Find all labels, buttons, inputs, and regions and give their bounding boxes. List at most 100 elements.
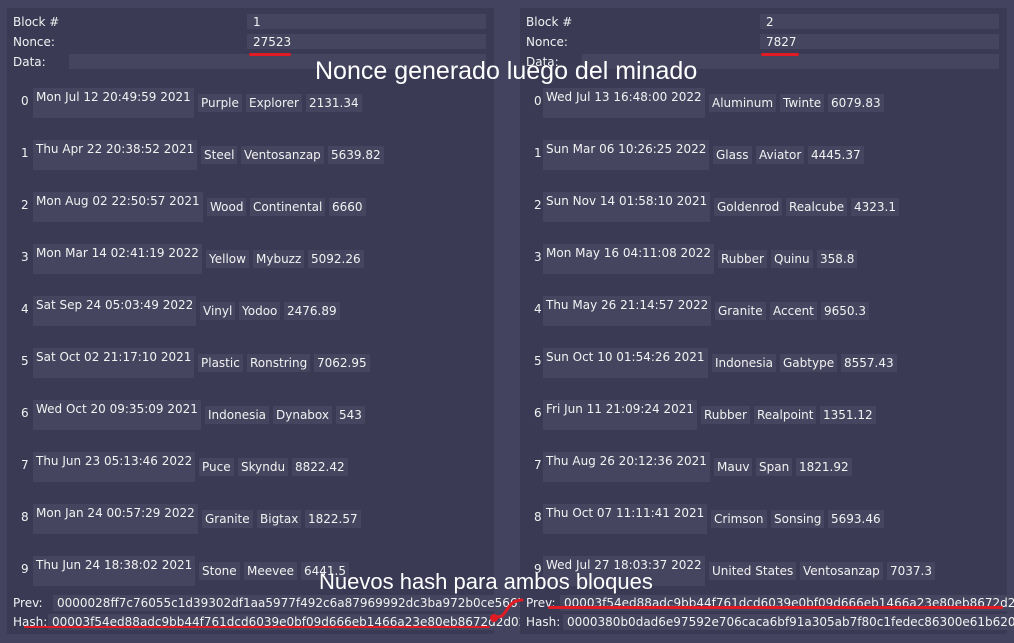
- transaction-date: Sun Nov 14 01:58:10 2021: [543, 192, 711, 222]
- transaction-product: Ronstring: [247, 354, 311, 372]
- transaction-product: Yodoo: [239, 302, 281, 320]
- transaction-product: Continental: [250, 198, 326, 216]
- arrow-icon: [490, 598, 524, 622]
- transaction-product: Skyndu: [238, 458, 289, 476]
- transaction-row: 6 Fri Jun 11 21:09:24 2021 Rubber Realpoint…: [520, 398, 1007, 450]
- block-number-field[interactable]: 1: [247, 14, 486, 29]
- transaction-row: 3 Mon May 16 04:11:08 2022 Rubber Quinu 358.…: [520, 242, 1007, 294]
- transaction-date: Sun Oct 10 01:54:26 2021: [543, 348, 708, 378]
- transaction-index: 8: [534, 510, 542, 524]
- block-number-label: Block #: [13, 15, 60, 29]
- block-panel-1: Block # 1 Nonce: 27523 Data: 0 Mon Jul 12…: [7, 8, 531, 634]
- transaction-amount: 543: [336, 406, 365, 424]
- transaction-index: 6: [534, 406, 542, 420]
- transaction-date: Thu Jun 24 18:38:02 2021: [33, 556, 196, 586]
- transaction-product: Explorer: [246, 94, 302, 112]
- transaction-row: 2 Mon Aug 02 22:50:57 2021 Wood Continental…: [7, 190, 494, 242]
- prev-hash: 0000028ff7c76055c1d39302df1aa5977f492c6a…: [53, 595, 530, 611]
- transaction-color: Indonesia: [205, 406, 270, 424]
- transaction-date: Mon Jul 12 20:49:59 2021: [33, 88, 194, 118]
- transaction-amount: 5639.82: [328, 146, 384, 164]
- block-panel-2: Block # 2 Nonce: 7827 Data: 0 Wed Jul 13 …: [520, 8, 1014, 634]
- transaction-amount: 8557.43: [841, 354, 897, 372]
- transaction-product: Gabtype: [780, 354, 838, 372]
- transaction-color: Goldenrod: [714, 198, 783, 216]
- transaction-row: 2 Sun Nov 14 01:58:10 2021 Goldenrod Realcu…: [520, 190, 1007, 242]
- transaction-amount: 2131.34: [306, 94, 362, 112]
- transaction-index: 1: [21, 146, 29, 160]
- transaction-product: Dynabox: [273, 406, 332, 424]
- transaction-product: Ventosanzap: [241, 146, 324, 164]
- hash-label: Hash:: [526, 615, 561, 629]
- block-number-field[interactable]: 2: [760, 14, 999, 29]
- transaction-index: 4: [21, 302, 29, 316]
- transaction-color: Mauv: [714, 458, 753, 476]
- transaction-row: 3 Mon Mar 14 02:41:19 2022 Yellow Mybuzz 509…: [7, 242, 494, 294]
- transaction-color: Glass: [713, 146, 752, 164]
- transaction-color: Granite: [202, 510, 253, 528]
- transaction-amount: 9650.3: [821, 302, 869, 320]
- transaction-row: 4 Thu May 26 21:14:57 2022 Granite Accent 96…: [520, 294, 1007, 346]
- transaction-row: 0 Mon Jul 12 20:49:59 2021 Purple Explorer 2…: [7, 86, 494, 138]
- block-number-label: Block #: [526, 15, 573, 29]
- transaction-index: 0: [21, 94, 29, 108]
- transaction-color: Puce: [199, 458, 234, 476]
- prev-label: Prev:: [13, 596, 43, 610]
- transaction-color: Granite: [715, 302, 766, 320]
- nonce-underline-2: [761, 53, 799, 56]
- hash-row: Hash: 0000380b0dad6e97592e706caca6bf91a3…: [520, 614, 1014, 630]
- transaction-amount: 7037.3: [887, 562, 935, 580]
- transaction-row: 1 Thu Apr 22 20:38:52 2021 Steel Ventosanza…: [7, 138, 494, 190]
- nonce-field[interactable]: 7827: [760, 34, 999, 49]
- transaction-date: Sat Sep 24 05:03:49 2022: [33, 296, 197, 326]
- transaction-product: Twinte: [780, 94, 825, 112]
- transaction-date: Thu Jun 23 05:13:46 2022: [33, 452, 196, 482]
- transaction-amount: 1821.92: [796, 458, 852, 476]
- transaction-amount: 2476.89: [284, 302, 340, 320]
- transaction-product: Realcube: [786, 198, 848, 216]
- nonce-annotation: Nonce generado luego del minado: [315, 57, 698, 85]
- transaction-color: Purple: [198, 94, 242, 112]
- nonce-field[interactable]: 27523: [247, 34, 486, 49]
- transaction-color: Plastic: [198, 354, 243, 372]
- transaction-index: 1: [534, 146, 542, 160]
- transaction-index: 7: [534, 458, 542, 472]
- nonce-value: 27523: [253, 35, 292, 49]
- transaction-date: Mon Aug 02 22:50:57 2021: [33, 192, 203, 222]
- transaction-amount: 5092.26: [308, 250, 364, 268]
- transaction-row: 0 Wed Jul 13 16:48:00 2022 Aluminum Twinte 6…: [520, 86, 1007, 138]
- transaction-row: 4 Sat Sep 24 05:03:49 2022 Vinyl Yodoo 2476.…: [7, 294, 494, 346]
- nonce-row: Nonce: 27523: [7, 34, 494, 49]
- transaction-date: Wed Oct 20 09:35:09 2021: [33, 400, 201, 430]
- transaction-date: Sat Oct 02 21:17:10 2021: [33, 348, 195, 378]
- transaction-index: 3: [534, 250, 542, 264]
- prev-row: Prev: 0000028ff7c76055c1d39302df1aa5977f…: [7, 595, 530, 611]
- transaction-product: Realpoint: [754, 406, 817, 424]
- transaction-product: Quinu: [771, 250, 813, 268]
- transaction-date: Fri Jun 11 21:09:24 2021: [543, 400, 698, 430]
- transaction-index: 5: [534, 354, 542, 368]
- transaction-index: 8: [21, 510, 29, 524]
- transaction-amount: 6660: [329, 198, 366, 216]
- transaction-row: 8 Thu Oct 07 11:11:41 2021 Crimson Sonsing 5…: [520, 502, 1007, 554]
- transaction-row: 8 Mon Jan 24 00:57:29 2022 Granite Bigtax 18…: [7, 502, 494, 554]
- nonce-value: 7827: [766, 35, 797, 49]
- transaction-product: Sonsing: [771, 510, 825, 528]
- transaction-color: Indonesia: [712, 354, 777, 372]
- transaction-index: 2: [534, 198, 542, 212]
- transaction-row: 7 Thu Aug 26 20:12:36 2021 Mauv Span 1821.92: [520, 450, 1007, 502]
- transaction-date: Mon May 16 04:11:08 2022: [543, 244, 715, 274]
- nonce-underline-1: [249, 53, 291, 56]
- transaction-color: Aluminum: [709, 94, 777, 112]
- transaction-row: 7 Thu Jun 23 05:13:46 2022 Puce Skyndu 8822.…: [7, 450, 494, 502]
- hash-underline-1: [24, 626, 490, 628]
- block-number-row: Block # 1: [7, 14, 494, 29]
- transaction-date: Sun Mar 06 10:26:25 2022: [543, 140, 710, 170]
- transaction-index: 5: [21, 354, 29, 368]
- hash-annotation: Nuevos hash para ambos bloques: [319, 569, 653, 594]
- transaction-index: 0: [534, 94, 542, 108]
- transaction-index: 3: [21, 250, 29, 264]
- transaction-color: Wood: [207, 198, 247, 216]
- transaction-color: Rubber: [718, 250, 767, 268]
- transaction-product: Aviator: [756, 146, 805, 164]
